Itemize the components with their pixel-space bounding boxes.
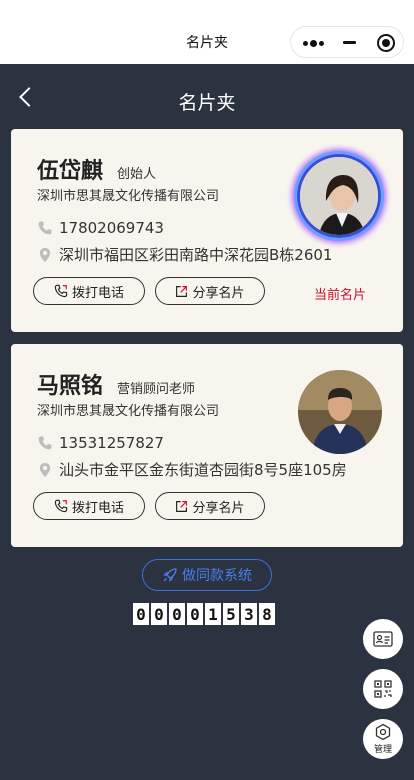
counter-digit: 0: [169, 603, 185, 625]
business-card[interactable]: 伍岱麒 创始人 深圳市思其晟文化传播有限公司 17802069743 深圳市福田…: [11, 129, 403, 332]
manage-fab[interactable]: 管理: [363, 719, 403, 759]
counter-digit: 0: [187, 603, 203, 625]
card-phone[interactable]: 17802069743: [59, 219, 164, 237]
id-card-icon: [373, 631, 393, 647]
counter-digit: 0: [151, 603, 167, 625]
location-pin-icon: [39, 247, 51, 262]
avatar: [298, 370, 382, 454]
card-phone-row: 13531257827: [37, 434, 164, 452]
manage-label: 管理: [373, 745, 392, 755]
counter-digit: 5: [223, 603, 239, 625]
share-icon: [176, 500, 188, 512]
card-name: 马照铭: [37, 374, 104, 399]
location-pin-icon: [39, 462, 51, 477]
counter-digit: 3: [241, 603, 257, 625]
share-button[interactable]: 分享名片: [155, 492, 265, 520]
contact-card-fab[interactable]: [363, 619, 403, 659]
make-same-system-label: 做同款系统: [182, 568, 252, 584]
phone-call-icon: [54, 499, 68, 513]
card-company: 深圳市思其晟文化传播有限公司: [37, 189, 220, 204]
current-card-badge: 当前名片: [314, 288, 367, 303]
card-address-row: 汕头市金平区金东街道杏园街8号5座105房: [37, 459, 347, 480]
call-button-label: 拨打电话: [71, 500, 124, 516]
close-target-icon[interactable]: [377, 34, 395, 52]
card-role: 营销顾问老师: [117, 382, 196, 397]
business-card[interactable]: 马照铭 营销顾问老师 深圳市思其晟文化传播有限公司 13531257827 汕头…: [11, 344, 403, 547]
share-button[interactable]: 分享名片: [155, 277, 265, 305]
card-role: 创始人: [117, 167, 157, 182]
qr-code-icon: [374, 680, 392, 698]
share-button-label: 分享名片: [192, 500, 245, 516]
call-button[interactable]: 拨打电话: [33, 492, 145, 520]
counter-digit: 0: [133, 603, 149, 625]
counter-digit: 1: [205, 603, 221, 625]
make-same-system-button[interactable]: 做同款系统: [142, 559, 272, 591]
avatar: [297, 154, 381, 238]
settings-hexagon-icon: [375, 723, 391, 741]
card-address: 汕头市金平区金东街道杏园街8号5座105房: [59, 461, 347, 479]
visit-counter: 0 0 0 0 1 5 3 8: [133, 603, 277, 625]
card-address: 深圳市福田区彩田南路中深花园B栋2601: [59, 246, 333, 264]
page-header: 名片夹: [0, 64, 414, 130]
phone-icon: [38, 221, 52, 235]
portrait-photo-icon: [300, 157, 378, 235]
share-icon: [176, 285, 188, 297]
phone-call-icon: [54, 284, 68, 298]
phone-icon: [38, 436, 52, 450]
card-address-row: 深圳市福田区彩田南路中深花园B栋2601: [37, 244, 332, 265]
rocket-icon: [163, 568, 177, 582]
wechat-title-bar: 名片夹: [0, 0, 414, 64]
minimize-icon[interactable]: [343, 41, 356, 44]
share-button-label: 分享名片: [192, 285, 245, 301]
counter-digit: 8: [259, 603, 275, 625]
portrait-photo-icon: [298, 370, 382, 454]
wechat-capsule: [290, 26, 404, 58]
page-title: 名片夹: [178, 92, 236, 114]
more-icon[interactable]: [303, 40, 325, 47]
call-button-label: 拨打电话: [71, 285, 124, 301]
qr-code-fab[interactable]: [363, 669, 403, 709]
card-company: 深圳市思其晟文化传播有限公司: [37, 404, 220, 419]
card-phone-row: 17802069743: [37, 219, 164, 237]
call-button[interactable]: 拨打电话: [33, 277, 145, 305]
card-name: 伍岱麒: [37, 159, 104, 184]
card-phone[interactable]: 13531257827: [59, 434, 164, 452]
